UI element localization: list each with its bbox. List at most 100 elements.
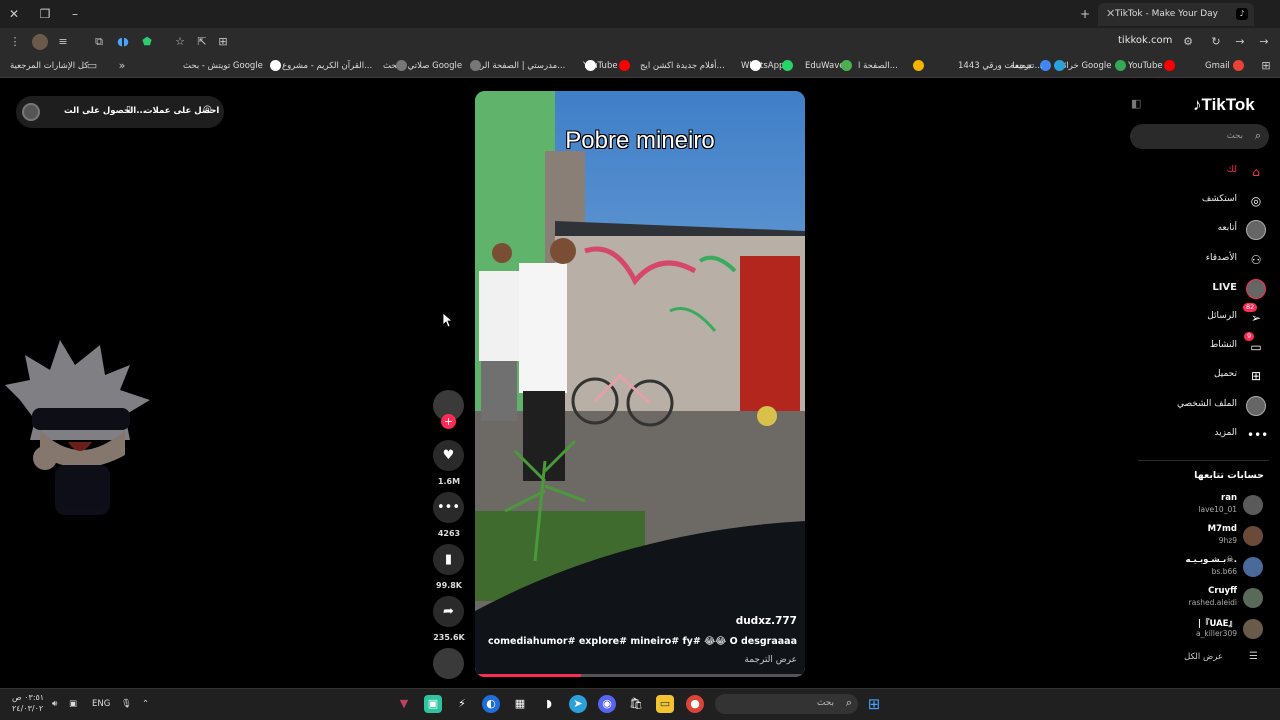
profile-avatar[interactable] [32, 34, 48, 50]
reading-list-icon[interactable]: ≡ [55, 34, 71, 50]
translate-link[interactable]: عرض الترجمة [744, 655, 797, 665]
extension-icon[interactable]: ◖◗ [115, 34, 131, 50]
forward-icon[interactable]: → [1232, 34, 1248, 50]
anime-character-image [5, 340, 150, 515]
sidebar-item-home[interactable]: لك [1227, 165, 1237, 175]
share-icon[interactable]: ⇱ [194, 34, 210, 50]
browser-tab[interactable]: ✕ TikTok - Make Your Day ♪ [1098, 3, 1254, 26]
bookmark-item[interactable]: تويتش - بحث Google [183, 61, 263, 71]
store-icon[interactable]: 🛍︎ [627, 695, 645, 713]
account-avatar[interactable] [1243, 495, 1263, 515]
like-icon[interactable]: ♥ [433, 440, 464, 471]
chevron-icon[interactable]: » [114, 58, 130, 74]
account-avatar[interactable] [1243, 557, 1263, 577]
search-icon[interactable]: ⌕ [1255, 129, 1261, 143]
account-name[interactable]: بـشـوبـيـه☠. [1186, 555, 1237, 565]
shield-extension-icon[interactable]: ⬟ [139, 34, 155, 50]
phone-icon: ▯ [126, 105, 131, 115]
back-icon[interactable]: → [1256, 34, 1272, 50]
clock-time[interactable]: ٠٣:٥١ ص [12, 693, 44, 702]
app-icon-6[interactable]: ◗ [540, 695, 558, 713]
chrome-icon[interactable]: ● [686, 695, 704, 713]
sidebar-item-compass[interactable]: استكشف [1202, 194, 1237, 204]
account-avatar[interactable] [1243, 588, 1263, 608]
reload-icon[interactable]: ↻ [1208, 34, 1224, 50]
tiktok-logo[interactable]: ♪TikTok [1193, 95, 1255, 115]
account-handle: 9hz9 [1218, 536, 1237, 545]
microphone-icon[interactable]: 🎙︎ [121, 699, 132, 709]
sidebar-item-friends[interactable]: الأصدقاء [1206, 253, 1237, 263]
account-name[interactable]: ran [1221, 493, 1237, 503]
get-coins-bar[interactable]: الحصول على الت... ▯ احصل على عملات ◎ [16, 96, 224, 128]
windows-start-icon[interactable]: ⊞ [865, 695, 883, 713]
sidebar-item-avatar[interactable]: أتابعه [1218, 223, 1237, 233]
site-settings-icon[interactable]: ⚙ [1180, 34, 1196, 50]
sidebar-item-upload[interactable]: تحميل [1214, 369, 1237, 379]
video-username[interactable]: dudxz.777 [736, 615, 797, 627]
bookmark-item[interactable]: تجميعات ورقي 1443... [958, 61, 1043, 71]
video-progress-bar[interactable] [475, 674, 805, 677]
taskbar-search[interactable]: بحث ⌕ [715, 694, 858, 714]
close-window-icon[interactable]: ✕ [4, 4, 24, 24]
apps-grid-icon[interactable]: ⊞ [1258, 58, 1274, 74]
collapse-sidebar-icon[interactable]: ◧ [1131, 97, 1141, 110]
sidebar-item-live[interactable]: LIVE [1212, 282, 1237, 293]
share-arrow-icon[interactable]: ➦ [433, 596, 464, 627]
address-bar[interactable]: tikkok.com [1118, 35, 1172, 46]
see-all-link[interactable]: عرض الكل [1184, 652, 1223, 662]
follow-plus-icon[interactable]: + [441, 414, 456, 429]
volume-icon[interactable]: 🔊︎ [52, 699, 57, 709]
account-avatar[interactable] [1243, 619, 1263, 639]
music-disc-icon[interactable] [433, 648, 464, 679]
install-app-icon[interactable]: ⊞ [215, 34, 231, 50]
bookmark-item[interactable]: صلاتي - بحث Google [383, 61, 462, 71]
language-indicator[interactable]: ENG [92, 699, 110, 709]
bookmark-item[interactable]: Gmail [1205, 61, 1230, 71]
close-tab-icon[interactable]: ✕ [1106, 7, 1115, 20]
sidebar-item-chat[interactable]: النشاط [1210, 340, 1237, 350]
discord-icon[interactable]: ◉ [598, 695, 616, 713]
bookmark-item[interactable]: مدرستي | الصفحة الر... [480, 61, 565, 71]
account-name[interactable]: Cruyff [1208, 586, 1237, 596]
network-icon[interactable]: ▣ [69, 699, 77, 709]
telegram-icon[interactable]: ➤ [569, 695, 587, 713]
new-tab-icon[interactable]: + [1075, 4, 1095, 24]
avatar [22, 103, 40, 121]
account-name[interactable]: M7md [1208, 524, 1237, 534]
all-bookmarks-folder[interactable]: كل الإشارات المرجعية [10, 61, 88, 71]
sidebar-item-profile[interactable]: الملف الشخصي [1177, 399, 1237, 409]
bookmark-item[interactable]: الصفحة ا... [858, 61, 898, 71]
app-icon-5[interactable]: ▦ [511, 695, 529, 713]
bookmark-item[interactable]: YouTube [1128, 61, 1163, 71]
bookmark-item[interactable]: القرآن الكريم - مشروع... [282, 61, 372, 71]
search-input[interactable]: بحث ⌕ [1130, 124, 1269, 149]
app-icon-4[interactable]: ◐ [482, 695, 500, 713]
account-avatar[interactable] [1243, 526, 1263, 546]
minimize-window-icon[interactable]: – [65, 4, 85, 24]
bookmark-item[interactable]: WhatsApp [741, 61, 784, 71]
bookmark-item[interactable]: أفلام جديدة اكشن ايج... [640, 61, 725, 71]
bookmark-icon[interactable]: ▮ [433, 544, 464, 575]
menu-dots-icon[interactable]: ⋮ [7, 34, 23, 50]
bookmark-item[interactable]: EduWave [805, 61, 844, 71]
account-name[interactable]: |『UAE』 [1198, 617, 1237, 629]
compass-icon: ◎ [1250, 194, 1262, 209]
file-explorer-icon[interactable]: ▭ [656, 695, 674, 713]
profile-icon [1246, 395, 1266, 416]
sidebar-item-send[interactable]: الرسائل [1207, 311, 1237, 321]
video-player[interactable]: Pobre mineiro dudxz.777 comediahumor# ex… [475, 91, 805, 677]
get-app-link[interactable]: الحصول على الت... [64, 106, 146, 116]
app-icon-1[interactable]: ▼ [395, 695, 413, 713]
restore-window-icon[interactable]: ❐ [35, 4, 55, 24]
tray-chevron-icon[interactable]: ⌃ [142, 699, 149, 709]
app-icon-2[interactable]: ▣ [424, 695, 442, 713]
app-icon-3[interactable]: ⚡ [453, 695, 471, 713]
sidebar-item-more[interactable]: المزيد [1214, 428, 1237, 438]
bookmark-star-icon[interactable]: ☆ [172, 34, 188, 50]
taskbar-search-icon: ⌕ [845, 696, 852, 709]
comment-icon[interactable]: ••• [433, 492, 464, 523]
clock-date[interactable]: ٢٤/٠٣/٠٢ [12, 704, 43, 713]
taskbar-search-placeholder: بحث [816, 698, 834, 708]
tab-title: TikTok - Make Your Day [1114, 9, 1218, 19]
extensions-icon[interactable]: ⧉ [91, 34, 107, 50]
